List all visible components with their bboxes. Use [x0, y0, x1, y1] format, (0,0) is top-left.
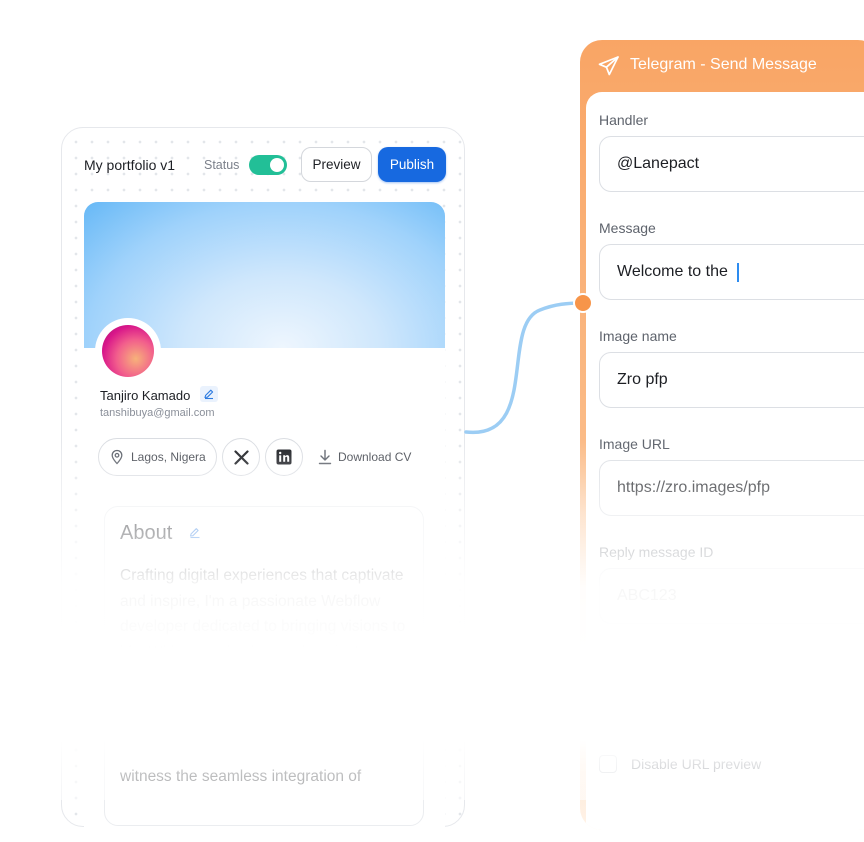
x-social-button[interactable]: [222, 438, 260, 476]
paper-plane-icon: [598, 56, 619, 76]
about-text: Crafting digital experiences that captiv…: [120, 567, 406, 686]
preview-button[interactable]: Preview: [301, 147, 372, 182]
telegram-form: Handler @Lanepact Message Welcome to the…: [586, 92, 864, 830]
download-cv-button[interactable]: Download CV: [318, 449, 411, 465]
publish-button[interactable]: Publish: [378, 147, 446, 182]
location-chip[interactable]: Lagos, Nigera: [98, 438, 217, 476]
edit-name-icon[interactable]: [200, 386, 218, 402]
about-title: About: [120, 522, 173, 544]
message-input[interactable]: Welcome to the: [599, 244, 864, 300]
image-url-input[interactable]: https://zro.images/pfp: [599, 460, 864, 516]
message-label: Message: [599, 220, 656, 236]
download-cv-label: Download CV: [338, 450, 412, 464]
text-caret: [737, 262, 740, 282]
status-toggle[interactable]: [249, 155, 287, 175]
location-pin-icon: [111, 449, 123, 465]
download-icon: [318, 449, 332, 465]
telegram-node[interactable]: Telegram - Send Message Handler @Lanepac…: [580, 40, 864, 830]
location-label: Lagos, Nigera: [131, 450, 206, 464]
message-value: Welcome to the: [617, 263, 733, 280]
avatar: [95, 318, 161, 384]
profile-preview: Tanjiro Kamado tanshibuya@gmail.com Lago…: [84, 202, 445, 842]
about-section: About Crafting digital experiences that …: [104, 506, 424, 826]
reply-id-label: Reply message ID: [599, 544, 714, 560]
image-name-input[interactable]: Zro pfp: [599, 352, 864, 408]
telegram-node-header: Telegram - Send Message: [580, 40, 864, 92]
handler-label: Handler: [599, 112, 649, 128]
reply-id-input[interactable]: ABC123: [599, 568, 864, 624]
profile-name: Tanjiro Kamado: [100, 388, 191, 403]
about-text-end: witness the seamless integration of: [120, 768, 362, 785]
x-icon: [233, 449, 249, 465]
profile-email: tanshibuya@gmail.com: [100, 407, 215, 419]
linkedin-social-button[interactable]: [265, 438, 303, 476]
disable-url-preview-checkbox[interactable]: [599, 755, 617, 773]
avatar-image: [102, 325, 154, 377]
connector-handle[interactable]: [573, 293, 593, 313]
portfolio-card: My portfolio v1 Status Preview Publish T…: [61, 127, 465, 842]
image-name-value: Zro pfp: [617, 371, 668, 388]
portfolio-title: My portfolio v1: [84, 157, 176, 173]
image-name-label: Image name: [599, 328, 677, 344]
edit-about-icon[interactable]: [187, 525, 203, 541]
reply-id-value: ABC123: [617, 587, 677, 604]
telegram-node-title: Telegram - Send Message: [630, 56, 817, 73]
image-url-value: https://zro.images/pfp: [617, 479, 770, 496]
status-label: Status: [204, 158, 240, 172]
disable-url-preview-label: Disable URL preview: [631, 756, 762, 772]
handler-value: @Lanepact: [617, 155, 700, 172]
image-url-label: Image URL: [599, 436, 670, 452]
linkedin-icon: [276, 449, 292, 465]
handler-input[interactable]: @Lanepact: [599, 136, 864, 192]
